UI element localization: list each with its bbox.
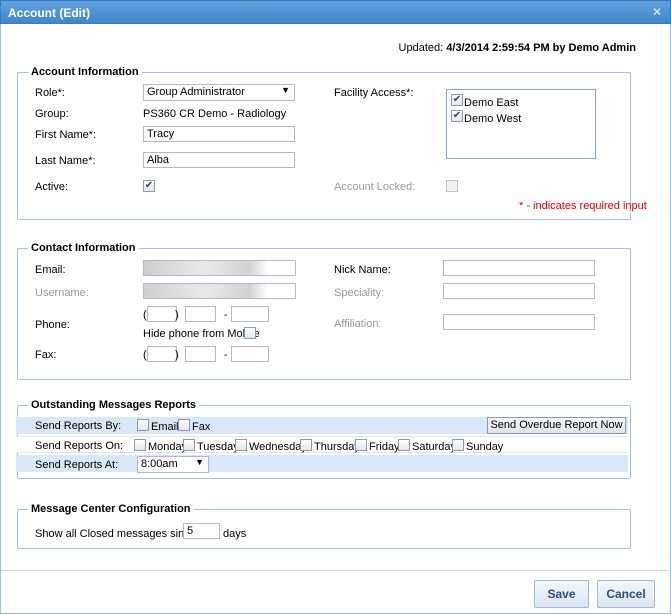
send-by-label: Send Reports By: bbox=[35, 420, 122, 432]
day-label-friday: Friday bbox=[369, 441, 400, 453]
send-overdue-report-button[interactable]: Send Overdue Report Now bbox=[487, 417, 626, 434]
day-checkbox-friday[interactable] bbox=[355, 439, 367, 451]
email-input[interactable] bbox=[143, 260, 296, 276]
save-button[interactable]: Save bbox=[534, 580, 589, 608]
facility-checkbox-demo-west[interactable]: ✔ bbox=[451, 110, 463, 122]
active-checkbox[interactable]: ✔ bbox=[143, 180, 155, 192]
phone-area-close-paren: ) bbox=[175, 309, 179, 321]
send-by-fax-label: Fax bbox=[192, 421, 211, 433]
hide-phone-label: Hide phone from Mobile bbox=[143, 328, 260, 340]
first-name-label: First Name*: bbox=[35, 129, 97, 141]
fax-line-input[interactable] bbox=[231, 346, 269, 362]
chevron-down-icon: ▼ bbox=[281, 85, 290, 95]
required-note: * - indicates required input bbox=[519, 200, 647, 212]
send-by-email-checkbox[interactable] bbox=[137, 419, 149, 431]
day-label-tuesday: Tuesday bbox=[197, 441, 239, 453]
closed-messages-days-input[interactable] bbox=[183, 523, 220, 539]
cancel-button[interactable]: Cancel bbox=[597, 580, 655, 608]
phone-prefix-input[interactable] bbox=[185, 306, 216, 322]
active-label: Active: bbox=[35, 181, 69, 193]
account-locked-checkbox bbox=[446, 180, 458, 192]
phone-dash: - bbox=[224, 309, 228, 321]
day-label-saturday: Saturday bbox=[412, 441, 457, 453]
day-label-thursday: Thursday bbox=[314, 441, 360, 453]
day-checkbox-wednesday[interactable] bbox=[235, 439, 247, 451]
facility-label-demo-west: Demo West bbox=[464, 113, 522, 125]
day-label-monday: Monday bbox=[148, 441, 188, 453]
account-locked-label: Account Locked: bbox=[334, 181, 416, 193]
role-select[interactable]: Group Administrator ▼ bbox=[143, 84, 295, 101]
nick-name-label: Nick Name: bbox=[334, 264, 391, 276]
send-by-fax-checkbox[interactable] bbox=[178, 419, 190, 431]
day-checkbox-monday[interactable] bbox=[134, 439, 146, 451]
account-information-legend: Account Information bbox=[28, 66, 142, 78]
group-value: PS360 CR Demo - Radiology bbox=[143, 108, 287, 120]
updated-value: 4/3/2014 2:59:54 PM by Demo Admin bbox=[446, 42, 636, 54]
username-label: Username: bbox=[35, 287, 89, 299]
phone-area-input[interactable] bbox=[147, 306, 177, 322]
day-checkbox-saturday[interactable] bbox=[398, 439, 410, 451]
send-on-label: Send Reports On: bbox=[35, 440, 124, 452]
first-name-input[interactable] bbox=[143, 126, 295, 142]
footer-divider bbox=[1, 570, 669, 571]
send-at-value: 8:00am bbox=[141, 458, 178, 470]
last-name-input[interactable] bbox=[143, 152, 295, 168]
day-checkbox-tuesday[interactable] bbox=[183, 439, 195, 451]
fax-label: Fax: bbox=[35, 349, 57, 361]
facility-checkbox-demo-east[interactable]: ✔ bbox=[451, 94, 463, 106]
phone-line-input[interactable] bbox=[231, 306, 269, 322]
phone-label: Phone: bbox=[35, 319, 70, 331]
send-at-label: Send Reports At: bbox=[35, 459, 119, 471]
facility-label-demo-east: Demo East bbox=[464, 97, 519, 109]
fax-dash: - bbox=[224, 349, 228, 361]
updated-info: Updated: 4/3/2014 2:59:54 PM by Demo Adm… bbox=[399, 42, 636, 54]
chevron-down-icon: ▼ bbox=[195, 457, 204, 467]
last-name-label: Last Name*: bbox=[35, 155, 96, 167]
send-at-select[interactable]: 8:00am ▼ bbox=[137, 456, 209, 473]
day-checkbox-thursday[interactable] bbox=[300, 439, 312, 451]
fax-area-close-paren: ) bbox=[175, 349, 179, 361]
fax-prefix-input[interactable] bbox=[185, 346, 216, 362]
updated-prefix: Updated: bbox=[398, 42, 444, 54]
affiliation-label: Affiliation: bbox=[334, 318, 382, 330]
window-titlebar: Account (Edit) ✕ bbox=[0, 0, 671, 24]
day-label-sunday: Sunday bbox=[466, 441, 504, 453]
day-label-wednesday: Wednesday bbox=[249, 441, 307, 453]
speciality-label: Speciality: bbox=[334, 287, 385, 299]
username-input[interactable] bbox=[143, 283, 296, 299]
email-label: Email: bbox=[35, 264, 66, 276]
hide-phone-checkbox[interactable] bbox=[244, 327, 256, 339]
contact-information-legend: Contact Information bbox=[28, 242, 139, 254]
speciality-input[interactable] bbox=[443, 283, 595, 299]
message-center-legend: Message Center Configuration bbox=[28, 503, 194, 515]
affiliation-input[interactable] bbox=[443, 314, 595, 330]
facility-access-label: Facility Access*: bbox=[334, 87, 414, 99]
group-label: Group: bbox=[35, 108, 69, 120]
window-title: Account (Edit) bbox=[8, 6, 90, 20]
close-icon[interactable]: ✕ bbox=[652, 5, 662, 19]
outstanding-reports-legend: Outstanding Messages Reports bbox=[28, 399, 200, 411]
fax-area-input[interactable] bbox=[147, 346, 177, 362]
send-by-email-label: Email bbox=[151, 421, 179, 433]
role-value: Group Administrator bbox=[147, 86, 245, 98]
day-checkbox-sunday[interactable] bbox=[452, 439, 464, 451]
role-label: Role*: bbox=[35, 87, 65, 99]
nick-name-input[interactable] bbox=[443, 260, 595, 276]
closed-messages-suffix: days bbox=[223, 528, 247, 540]
